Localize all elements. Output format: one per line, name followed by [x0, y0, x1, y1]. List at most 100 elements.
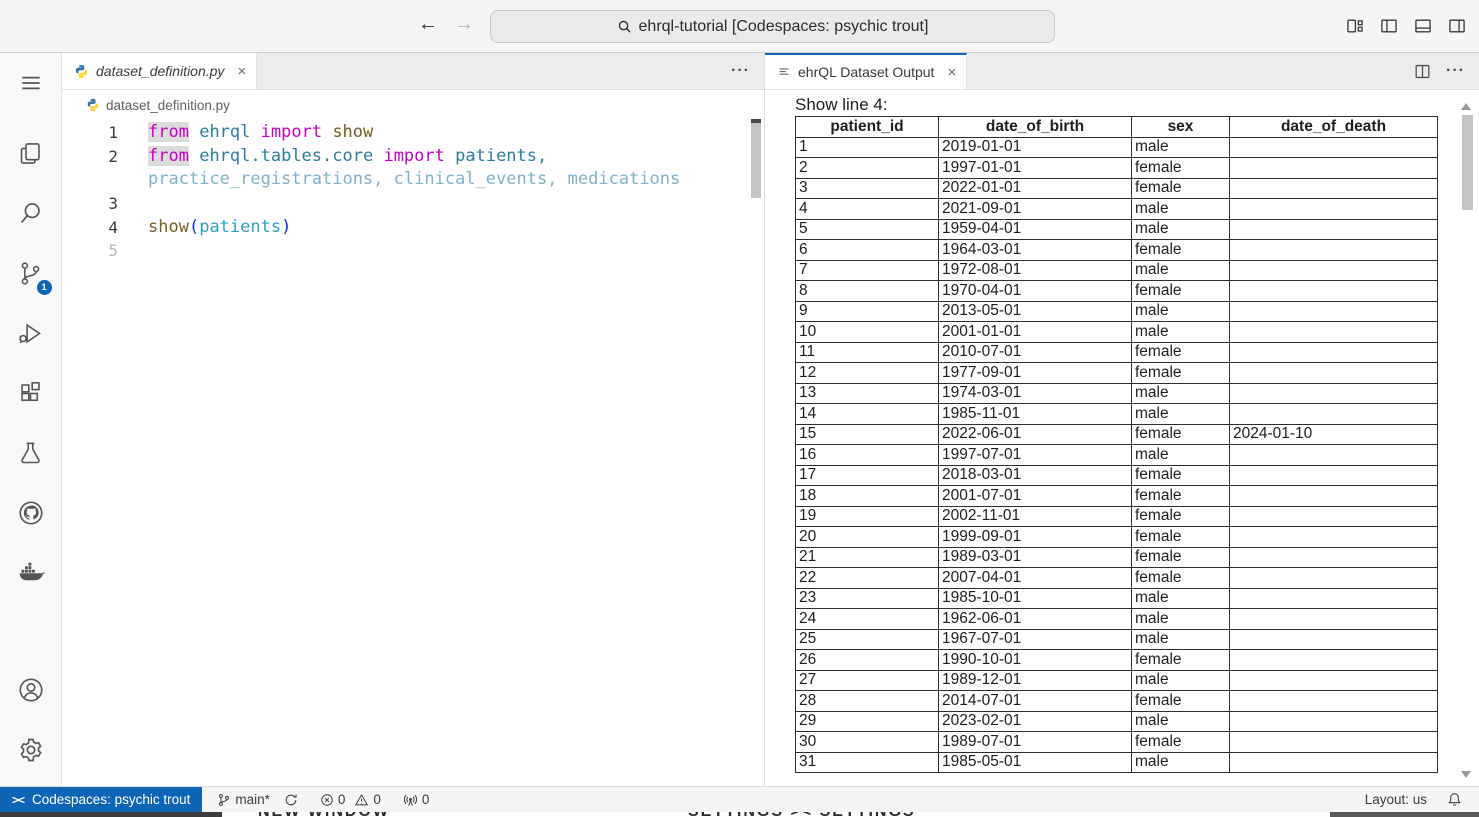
- sync-button[interactable]: [277, 793, 305, 807]
- errors-warnings-indicator[interactable]: 0 0: [313, 792, 388, 807]
- code-text: from ehrql import show: [118, 121, 373, 145]
- table-cell: female: [1132, 506, 1230, 527]
- editor-scrollbar[interactable]: [751, 123, 761, 198]
- table-cell: 1972-08-01: [939, 260, 1132, 281]
- scroll-down-arrow-icon[interactable]: [1461, 771, 1471, 778]
- breadcrumb[interactable]: dataset_definition.py: [62, 90, 764, 120]
- tab-ehrql-dataset-output[interactable]: ehrQL Dataset Output ×: [765, 53, 967, 89]
- table-cell: 6: [796, 240, 939, 261]
- table-row: 92013-05-01male: [796, 301, 1438, 322]
- table-cell: male: [1132, 383, 1230, 404]
- clipped-background-text-left: NEW WINDOW: [258, 812, 390, 817]
- code-line: 5: [62, 239, 764, 263]
- table-cell: 30: [796, 732, 939, 753]
- table-cell: [1230, 732, 1438, 753]
- table-cell: 2022-06-01: [939, 424, 1132, 445]
- table-row: 201999-09-01female: [796, 527, 1438, 548]
- table-cell: female: [1132, 424, 1230, 445]
- table-cell: 15: [796, 424, 939, 445]
- table-cell: female: [1132, 486, 1230, 507]
- table-cell: [1230, 691, 1438, 712]
- line-number: 4: [62, 216, 118, 240]
- table-cell: female: [1132, 158, 1230, 179]
- toggle-primary-sidebar-icon[interactable]: [1379, 16, 1399, 36]
- source-control-icon[interactable]: 1: [8, 249, 54, 297]
- search-panel-icon[interactable]: [8, 189, 54, 237]
- output-more-actions-icon[interactable]: ···: [1446, 62, 1465, 80]
- ports-indicator[interactable]: 0: [396, 792, 437, 807]
- table-cell: [1230, 178, 1438, 199]
- warning-count: 0: [373, 792, 381, 807]
- code-line: 1from ehrql import show: [62, 121, 764, 145]
- branch-indicator[interactable]: main*: [210, 792, 277, 807]
- table-cell: [1230, 199, 1438, 220]
- table-cell: male: [1132, 629, 1230, 650]
- tab-dataset-definition[interactable]: dataset_definition.py ×: [62, 53, 257, 89]
- breadcrumb-item[interactable]: dataset_definition.py: [106, 98, 230, 113]
- table-cell: 16: [796, 445, 939, 466]
- table-cell: 12: [796, 363, 939, 384]
- editor-more-actions-icon[interactable]: ···: [731, 62, 750, 80]
- output-heading: Show line 4:: [795, 95, 1479, 115]
- toggle-panel-icon[interactable]: [1413, 16, 1433, 36]
- table-cell: 2018-03-01: [939, 465, 1132, 486]
- table-cell: female: [1132, 650, 1230, 671]
- close-tab-icon[interactable]: ×: [947, 64, 956, 81]
- extensions-icon[interactable]: [8, 369, 54, 417]
- code-text: practice_registrations, clinical_events,…: [118, 168, 680, 192]
- keyboard-layout-indicator[interactable]: Layout: us: [1358, 792, 1434, 807]
- table-cell: [1230, 322, 1438, 343]
- testing-icon[interactable]: [8, 429, 54, 477]
- split-editor-icon[interactable]: [1413, 62, 1432, 81]
- table-cell: 9: [796, 301, 939, 322]
- close-tab-icon[interactable]: ×: [237, 63, 246, 80]
- table-row: 141985-11-01male: [796, 404, 1438, 425]
- explorer-icon[interactable]: [8, 129, 54, 177]
- table-cell: female: [1132, 547, 1230, 568]
- toggle-secondary-sidebar-icon[interactable]: [1447, 16, 1467, 36]
- table-cell: 7: [796, 260, 939, 281]
- table-row: 282014-07-01female: [796, 691, 1438, 712]
- table-cell: [1230, 588, 1438, 609]
- table-cell: [1230, 670, 1438, 691]
- search-icon: [617, 19, 632, 34]
- table-cell: [1230, 383, 1438, 404]
- account-icon[interactable]: [8, 666, 54, 714]
- table-row: 32022-01-01female: [796, 178, 1438, 199]
- table-cell: [1230, 568, 1438, 589]
- settings-gear-icon[interactable]: [8, 726, 54, 774]
- table-row: 172018-03-01female: [796, 465, 1438, 486]
- remote-indicator[interactable]: >< Codespaces: psychic trout: [0, 787, 202, 812]
- table-body: 12019-01-01male21997-01-01female32022-01…: [796, 137, 1438, 773]
- panel-scrollbar[interactable]: [1462, 115, 1473, 210]
- scroll-up-arrow-icon[interactable]: [1461, 103, 1471, 110]
- table-cell: [1230, 650, 1438, 671]
- table-cell: [1230, 465, 1438, 486]
- docker-icon[interactable]: [8, 549, 54, 597]
- table-cell: 29: [796, 711, 939, 732]
- table-cell: 1974-03-01: [939, 383, 1132, 404]
- menu-icon[interactable]: [8, 59, 54, 107]
- line-number: 5: [62, 239, 118, 263]
- back-arrow-icon[interactable]: ←: [418, 13, 438, 36]
- table-cell: 2019-01-01: [939, 137, 1132, 158]
- line-number: 1: [62, 121, 118, 145]
- table-cell: [1230, 240, 1438, 261]
- code-line: 3: [62, 192, 764, 216]
- table-row: 192002-11-01female: [796, 506, 1438, 527]
- github-icon[interactable]: [8, 489, 54, 537]
- table-row: 292023-02-01male: [796, 711, 1438, 732]
- table-row: 231985-10-01male: [796, 588, 1438, 609]
- code-editor[interactable]: 1from ehrql import show2from ehrql.table…: [62, 120, 764, 263]
- table-cell: [1230, 260, 1438, 281]
- command-center-search[interactable]: ehrql-tutorial [Codespaces: psychic trou…: [490, 10, 1055, 43]
- editor-tab-bar: dataset_definition.py × ···: [62, 53, 764, 90]
- remote-icon: ><: [12, 793, 24, 807]
- editor-group-right: ehrQL Dataset Output × ··· Show line 4: …: [765, 53, 1479, 786]
- code-line: 4show(patients): [62, 216, 764, 240]
- notifications-bell-icon[interactable]: [1440, 792, 1469, 807]
- run-debug-icon[interactable]: [8, 309, 54, 357]
- customize-layout-icon[interactable]: [1345, 16, 1365, 36]
- table-cell: 19: [796, 506, 939, 527]
- table-cell: [1230, 281, 1438, 302]
